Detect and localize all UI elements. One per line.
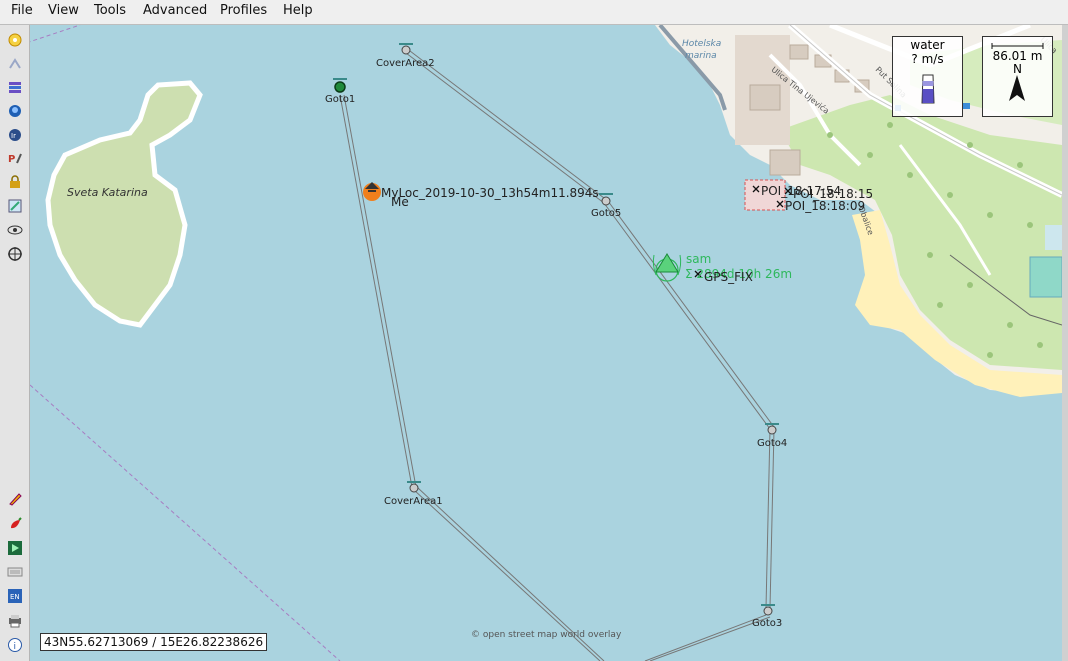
map-canvas: [30, 25, 1062, 661]
waypoint-label-goto3[interactable]: Goto3: [752, 618, 782, 629]
menu-bar: File View Tools Advanced Profiles Help: [0, 0, 1068, 25]
coordinate-readout: 43N55.62713069 / 15E26.82238626: [40, 633, 268, 651]
map-edit-icon[interactable]: [6, 197, 24, 215]
water-title: water: [910, 38, 945, 52]
eye-icon[interactable]: [6, 221, 24, 239]
poi-label[interactable]: POI_18:18:09: [785, 199, 865, 213]
menu-help[interactable]: Help: [283, 3, 313, 18]
harbor-label: Hotelska: [682, 39, 722, 49]
svg-text:i: i: [14, 642, 17, 652]
vehicle-name-label[interactable]: sam: [686, 252, 711, 266]
island-shape: [45, 80, 203, 328]
svg-text:EN: EN: [10, 593, 20, 601]
waypoint-label-goto5[interactable]: Goto5: [591, 208, 621, 219]
island-label: Sveta Katarina: [67, 186, 148, 199]
menu-advanced[interactable]: Advanced: [143, 3, 207, 18]
pepper-icon[interactable]: [6, 515, 24, 533]
lock-icon[interactable]: [6, 173, 24, 191]
waypoint-label-cover1[interactable]: CoverArea1: [384, 496, 443, 507]
keyboard-icon[interactable]: [6, 563, 24, 581]
plugin-icon[interactable]: [6, 55, 24, 73]
gps-fix-label[interactable]: GPS_FIX: [704, 270, 753, 284]
water-level-icon: [921, 74, 935, 104]
menu-view[interactable]: View: [48, 3, 79, 18]
left-toolbar: Ir P EN i: [0, 25, 30, 661]
print-icon[interactable]: [6, 612, 24, 630]
menu-profiles[interactable]: Profiles: [220, 3, 267, 18]
waypoint-label-goto4[interactable]: Goto4: [757, 438, 787, 449]
weather-icon[interactable]: [6, 31, 24, 49]
map-attribution: © open street map world overlay: [471, 630, 622, 640]
map-icon[interactable]: EN: [6, 587, 24, 605]
water-speed-panel: water ? m/s: [892, 36, 963, 117]
menu-tools[interactable]: Tools: [94, 3, 126, 18]
svg-text:Ir: Ir: [11, 132, 16, 140]
water-value: ? m/s: [911, 52, 944, 66]
waypoint-label-cover2[interactable]: CoverArea2: [376, 58, 435, 69]
scale-compass-panel: 86.01 m N: [982, 36, 1053, 117]
myloc-label[interactable]: MyLoc_2019-10-30_13h54m11.894s: [381, 186, 599, 200]
myloc-marker: [363, 182, 381, 201]
info-icon[interactable]: i: [6, 636, 24, 654]
layers-icon[interactable]: [6, 78, 24, 96]
settings-icon[interactable]: Ir: [6, 126, 24, 144]
waypoint-label-goto1[interactable]: Goto1: [325, 94, 355, 105]
me-label: Me: [391, 195, 409, 209]
harbor-label-2: marina: [685, 51, 717, 61]
scroll-edge: [1062, 25, 1068, 661]
console-icon[interactable]: [6, 539, 24, 557]
scale-distance: 86.01 m: [992, 49, 1043, 63]
svg-text:P: P: [8, 154, 15, 165]
menu-file[interactable]: File: [11, 3, 33, 18]
map-view[interactable]: Sveta Katarina Hotelska marina Ulica Tin…: [30, 25, 1062, 661]
vehicle-icon[interactable]: [6, 102, 24, 120]
target-icon[interactable]: [6, 245, 24, 263]
north-label: N: [1013, 62, 1022, 76]
north-arrow-icon: [1009, 75, 1025, 101]
pencil-icon[interactable]: [6, 490, 24, 508]
plan-icon[interactable]: P: [6, 149, 24, 167]
